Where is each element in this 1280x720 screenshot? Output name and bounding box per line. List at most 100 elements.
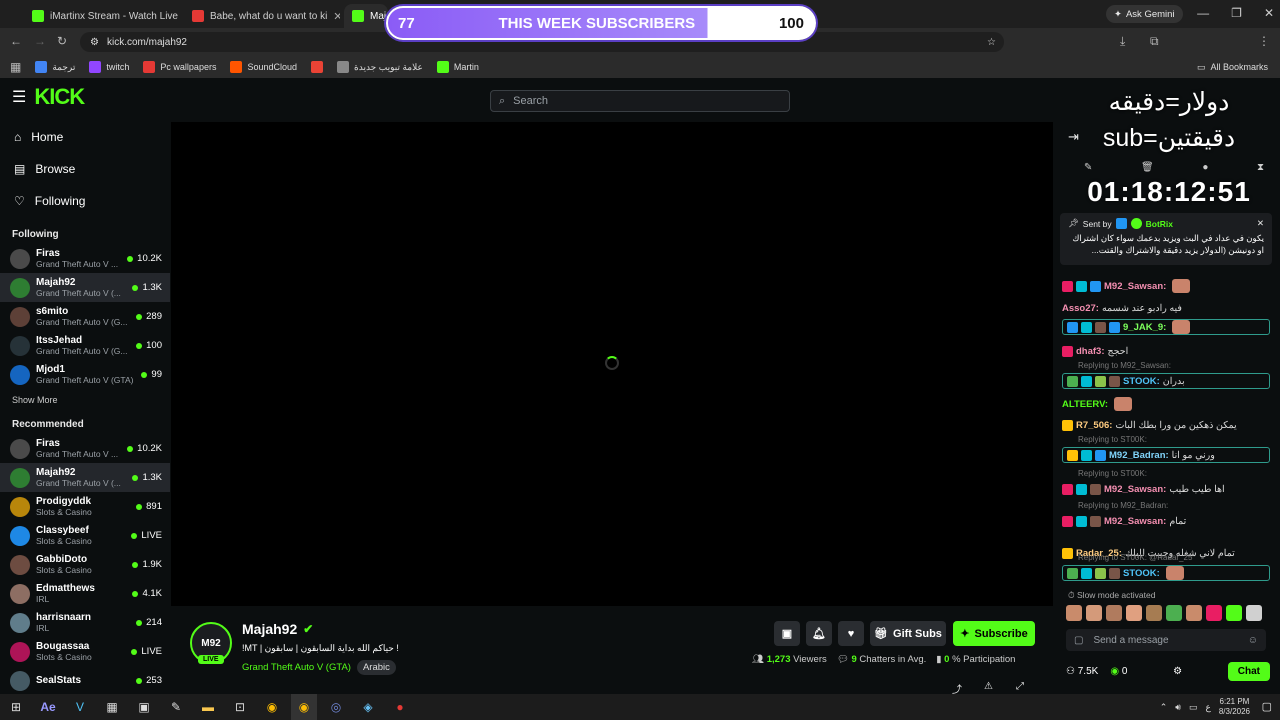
- show-more-button[interactable]: Show More: [0, 389, 170, 411]
- steam-icon[interactable]: ◈: [355, 694, 381, 720]
- channel-item[interactable]: GabbiDoto Slots & Casino 1.9K: [0, 550, 170, 579]
- reply-context[interactable]: Replying to M92_Badran:: [1078, 501, 1168, 510]
- subscribe-button[interactable]: ✦ Subscribe: [953, 621, 1035, 646]
- bookmark-item[interactable]: [311, 61, 323, 73]
- chat-username[interactable]: R7_506:: [1076, 420, 1112, 431]
- close-tab-icon[interactable]: ✕: [333, 10, 340, 23]
- language-indicator[interactable]: ع: [1205, 702, 1210, 713]
- channel-item[interactable]: s6mito Grand Theft Auto V (G... 289: [0, 302, 170, 331]
- store-icon[interactable]: ⊡: [227, 694, 253, 720]
- bookmark-item[interactable]: twitch: [89, 61, 129, 73]
- chevron-up-icon[interactable]: ⌃: [1160, 702, 1168, 713]
- channel-item[interactable]: Majah92 Grand Theft Auto V (... 1.3K: [0, 273, 170, 302]
- extension-icon[interactable]: ⧉: [1150, 34, 1159, 49]
- emote-icon[interactable]: [1166, 605, 1182, 621]
- ask-gemini-button[interactable]: ✦ Ask Gemini: [1106, 5, 1183, 23]
- chat-username[interactable]: STOOK:: [1123, 568, 1160, 579]
- forward-icon[interactable]: →: [34, 34, 46, 48]
- chat-message-input[interactable]: ▢ Send a message ☺: [1066, 629, 1266, 651]
- browser-tab[interactable]: Babe, what do u want to ki ✕: [184, 4, 340, 28]
- nav-following[interactable]: ♡ Following: [0, 185, 170, 217]
- report-icon[interactable]: ⚠: [984, 681, 993, 692]
- emoji-icon[interactable]: ☺: [1248, 635, 1258, 646]
- record-icon[interactable]: ●: [387, 694, 413, 720]
- channel-item[interactable]: Firas Grand Theft Auto V ... 10.2K: [0, 244, 170, 273]
- back-icon[interactable]: ←: [10, 34, 22, 48]
- download-icon[interactable]: ⤓: [1120, 34, 1125, 49]
- chat-send-button[interactable]: Chat: [1227, 662, 1270, 681]
- chat-message[interactable]: R7_506: يمكن ذهكين من ورا بطك البات: [1062, 417, 1270, 433]
- channel-item[interactable]: Bougassaa Slots & Casino LIVE: [0, 637, 170, 666]
- after-effects-icon[interactable]: Ae: [35, 694, 61, 720]
- discord-icon[interactable]: ◎: [323, 694, 349, 720]
- file-explorer-icon[interactable]: ▬: [195, 694, 221, 720]
- follow-button[interactable]: ♥: [838, 621, 864, 646]
- reply-context[interactable]: Replying to ST00K: @Radar_25: [1078, 553, 1192, 562]
- emote-icon[interactable]: [1126, 605, 1142, 621]
- bookmark-item[interactable]: ترجمة: [35, 61, 75, 73]
- chat-message[interactable]: dhaf3: احجج: [1062, 343, 1270, 359]
- emote-icon[interactable]: [1226, 605, 1242, 621]
- streamer-name[interactable]: Majah92 ✔: [242, 621, 313, 637]
- theater-mode-icon[interactable]: ⤢: [1016, 681, 1024, 692]
- chat-message[interactable]: STOOK: بدران: [1062, 373, 1270, 389]
- chat-message[interactable]: M92_Sawsan: اها طيب طيب: [1062, 481, 1270, 497]
- settings-icon[interactable]: ⚙: [1173, 666, 1182, 677]
- chrome-icon[interactable]: ◉: [259, 694, 285, 720]
- chat-username[interactable]: Asso27:: [1062, 303, 1099, 314]
- reply-context[interactable]: Replying to M92_Sawsan:: [1078, 361, 1171, 370]
- channel-item[interactable]: Firas Grand Theft Auto V ... 10.2K: [0, 434, 170, 463]
- emote-icon[interactable]: [1186, 605, 1202, 621]
- windows-start-icon[interactable]: ⊞: [3, 694, 29, 720]
- chat-username[interactable]: STOOK:: [1123, 376, 1160, 387]
- trash-icon[interactable]: 🗑︎: [1141, 162, 1154, 173]
- kick-logo[interactable]: ☰ KICK: [12, 84, 85, 110]
- nav-browse[interactable]: ▤ Browse: [0, 153, 170, 185]
- notification-button[interactable]: 🔔︎: [806, 621, 832, 646]
- clip-button[interactable]: ▣: [774, 621, 800, 646]
- vegas-icon[interactable]: V: [67, 694, 93, 720]
- chat-message[interactable]: Asso27: فيه رادبو عند شسمه: [1062, 300, 1270, 316]
- category-link[interactable]: Grand Theft Auto V (GTA): [242, 662, 351, 673]
- menu-kebab-icon[interactable]: ⋮: [1258, 34, 1270, 48]
- bookmark-item[interactable]: Pc wallpapers: [143, 61, 216, 73]
- bookmark-item[interactable]: Martin: [436, 61, 479, 73]
- bookmark-item[interactable]: علامة تبويب جديدة: [337, 61, 423, 73]
- channel-item[interactable]: ItssJehad Grand Theft Auto V (G... 100: [0, 331, 170, 360]
- reply-context[interactable]: Replying to ST00K:: [1078, 435, 1147, 444]
- browser-tab[interactable]: iMartinx Stream - Watch Live o ✕: [24, 4, 180, 28]
- chat-message[interactable]: M92_Sawsan:: [1062, 278, 1270, 294]
- network-icon[interactable]: ▭: [1189, 702, 1198, 713]
- chat-message[interactable]: 9_JAK_9:: [1062, 319, 1270, 335]
- hourglass-icon[interactable]: ⧗: [1257, 162, 1264, 173]
- all-bookmarks-button[interactable]: ▭ All Bookmarks: [1197, 62, 1268, 73]
- unpin-icon[interactable]: ✕: [1257, 218, 1264, 229]
- channel-item[interactable]: Mjod1 Grand Theft Auto V (GTA) 99: [0, 360, 170, 389]
- site-info-icon[interactable]: ⚙: [90, 37, 99, 48]
- chat-message[interactable]: M92_Sawsan: تمام: [1062, 513, 1270, 529]
- chat-username[interactable]: M92_Sawsan:: [1104, 281, 1166, 292]
- gift-subs-button[interactable]: 🎁︎ Gift Subs: [870, 621, 946, 646]
- chat-message[interactable]: ALTEERV:: [1062, 396, 1270, 412]
- apps-grid-icon[interactable]: ▦: [10, 60, 21, 74]
- chat-message[interactable]: M92_Badran: ورني مو انا: [1062, 447, 1270, 463]
- calculator-icon[interactable]: ▦: [99, 694, 125, 720]
- chat-message[interactable]: STOOK:: [1062, 565, 1270, 581]
- chat-username[interactable]: dhaf3:: [1076, 346, 1105, 357]
- channel-item[interactable]: Prodigyddk Slots & Casino 891: [0, 492, 170, 521]
- emote-icon[interactable]: [1206, 605, 1222, 621]
- minimize-icon[interactable]: —: [1197, 6, 1209, 20]
- search-input[interactable]: ⌕ Search: [490, 90, 790, 112]
- channel-item[interactable]: Classybeef Slots & Casino LIVE: [0, 521, 170, 550]
- bookmark-item[interactable]: SoundCloud: [230, 61, 297, 73]
- message-icon[interactable]: ●: [1202, 162, 1208, 173]
- hamburger-menu-icon[interactable]: ☰: [12, 87, 26, 107]
- notification-center-icon[interactable]: ▢: [1262, 700, 1272, 713]
- chat-username[interactable]: 9_JAK_9:: [1123, 322, 1166, 333]
- chat-username[interactable]: M92_Sawsan:: [1104, 484, 1166, 495]
- channel-item[interactable]: Majah92 Grand Theft Auto V (... 1.3K: [0, 463, 170, 492]
- restore-icon[interactable]: ❐: [1231, 6, 1242, 20]
- channel-item[interactable]: SealStats 253: [0, 666, 170, 695]
- chat-username[interactable]: M92_Badran:: [1109, 450, 1169, 461]
- reload-icon[interactable]: ↻: [57, 34, 67, 48]
